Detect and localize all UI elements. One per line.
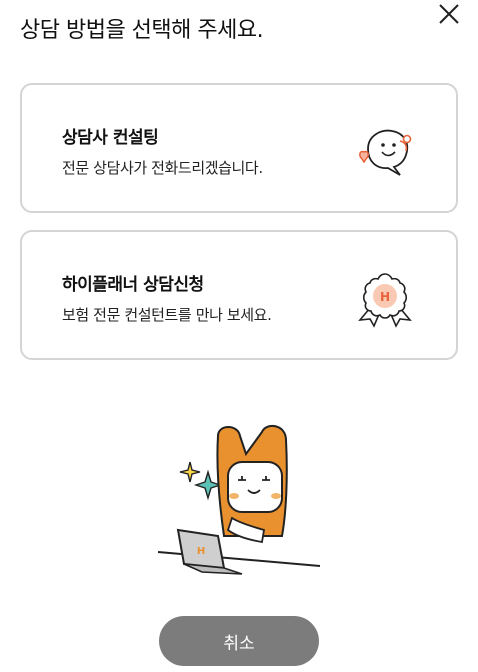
cancel-button[interactable]: 취소 xyxy=(159,616,319,666)
option-description: 보험 전문 컨설턴트를 만나 보세요. xyxy=(62,306,272,324)
option-title: 상담사 컨설팅 xyxy=(62,128,159,148)
svg-text:H: H xyxy=(197,546,205,557)
close-button[interactable] xyxy=(434,0,464,28)
close-icon xyxy=(439,4,459,24)
option-description: 전문 상담사가 전화드리겠습니다. xyxy=(62,159,263,177)
option-card-consultant[interactable]: 상담사 컨설팅 전문 상담사가 전화드리겠습니다. xyxy=(20,83,458,213)
chat-heart-icon xyxy=(359,129,412,176)
option-card-hiplanner[interactable]: 하이플래너 상담신청 보험 전문 컨설턴트를 만나 보세요. H xyxy=(20,230,458,360)
badge-h-icon: H xyxy=(358,273,412,328)
option-title: 하이플래너 상담신청 xyxy=(62,275,204,295)
svg-text:H: H xyxy=(380,290,390,304)
mascot-laptop-illustration: H xyxy=(157,424,321,575)
dialog-title: 상담 방법을 선택해 주세요. xyxy=(20,18,264,43)
